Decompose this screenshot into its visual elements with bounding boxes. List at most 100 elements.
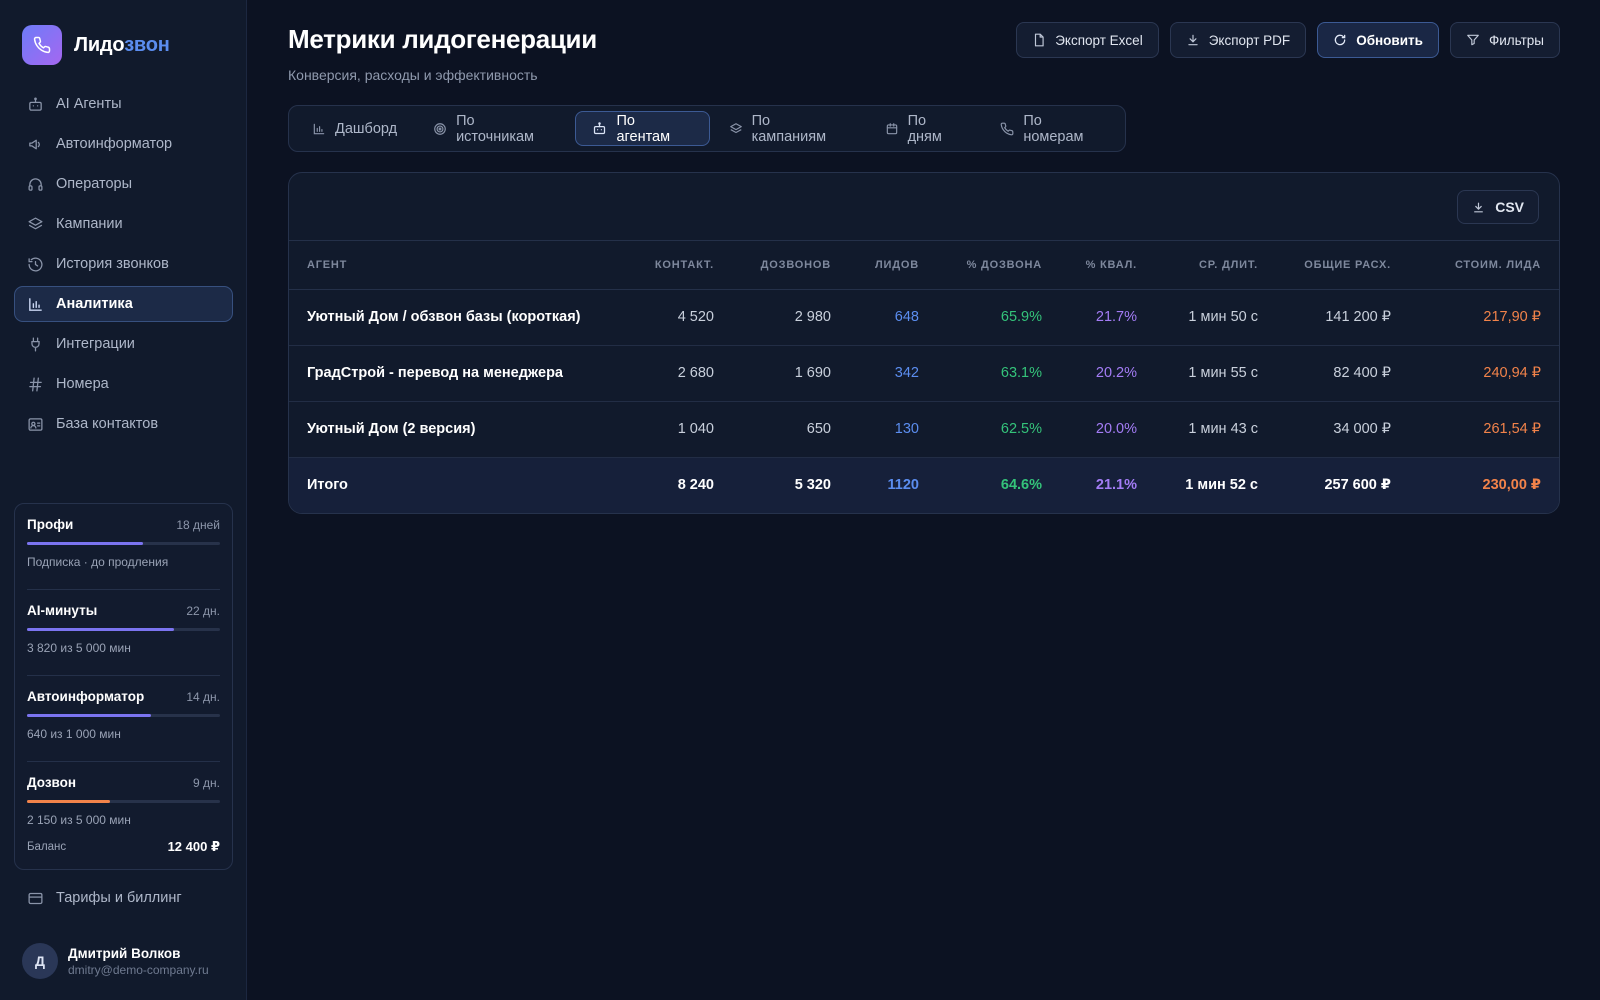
balance-value: 12 400 ₽: [167, 839, 220, 854]
tab-label: По номерам: [1023, 112, 1084, 145]
user-profile[interactable]: Д Дмитрий Волков dmitry@demo-company.ru: [22, 943, 209, 979]
sidebar-item-label: Автоинформатор: [56, 136, 173, 152]
usage-progress-bar: [27, 542, 220, 545]
sidebar-item-analytics[interactable]: Аналитика: [14, 286, 233, 322]
cell-leads: 1120: [849, 457, 937, 513]
table-row[interactable]: ГрадСтрой - перевод на менеджера 2 680 1…: [289, 345, 1559, 402]
robot-icon: [26, 95, 44, 113]
csv-export-button[interactable]: CSV: [1457, 190, 1539, 224]
sidebar-item-integrations[interactable]: Интеграции: [14, 326, 233, 362]
analytics-tabs: Дашборд По источникам По агентам По камп…: [288, 105, 1126, 152]
balance-row: Баланс 12 400 ₽: [27, 839, 220, 855]
layers-icon: [26, 215, 44, 233]
user-name: Дмитрий Волков: [68, 945, 181, 961]
header-actions: Экспорт Excel Экспорт PDF Обновить Фильт…: [1005, 22, 1560, 58]
usage-progress-fill: [27, 714, 151, 717]
cell-leads: 130: [849, 401, 937, 458]
sidebar-nav: AI Агенты Автоинформатор Операторы Кампа…: [14, 86, 233, 446]
column-header[interactable]: % КВАЛ.: [1060, 241, 1155, 290]
layers-icon: [729, 122, 743, 136]
sidebar-item-label: AI Агенты: [56, 96, 122, 112]
sidebar-item-autoinformer[interactable]: Автоинформатор: [14, 126, 233, 162]
sidebar-item-call-history[interactable]: История звонков: [14, 246, 233, 282]
page-subtitle: Конверсия, расходы и эффективность: [288, 67, 538, 83]
table-header-row: АГЕНТ КОНТАКТ. ДОЗВОНОВ ЛИДОВ % ДОЗВОНА …: [289, 241, 1559, 290]
usage-progress-bar: [27, 628, 220, 631]
column-header[interactable]: АГЕНТ: [289, 241, 629, 290]
history-icon: [26, 255, 44, 273]
usage-progress-bar: [27, 800, 220, 803]
tab-campaigns[interactable]: По кампаниям: [712, 111, 866, 146]
brand[interactable]: Лидозвон: [22, 25, 170, 65]
tab-agents[interactable]: По агентам: [575, 111, 710, 146]
usage-progress-bar: [27, 714, 220, 717]
target-icon: [433, 122, 447, 136]
column-header[interactable]: СР. ДЛИТ.: [1155, 241, 1276, 290]
tab-label: По дням: [907, 112, 942, 145]
cell-qual-rate: 20.0%: [1060, 401, 1155, 458]
cell-lead-cost: 240,94 ₽: [1409, 345, 1559, 402]
table-row[interactable]: Уютный Дом / обзвон базы (короткая) 4 52…: [289, 289, 1559, 346]
cell-total-cost: 34 000 ₽: [1276, 401, 1409, 458]
megaphone-icon: [26, 135, 44, 153]
refresh-label: Обновить: [1356, 32, 1423, 48]
export-pdf-button[interactable]: Экспорт PDF: [1169, 22, 1307, 58]
tab-dashboard[interactable]: Дашборд: [295, 111, 414, 146]
export-excel-button[interactable]: Экспорт Excel: [1016, 22, 1159, 58]
table-row[interactable]: Уютный Дом (2 версия) 1 040 650 130 62.5…: [289, 401, 1559, 458]
usage-subtitle: 3 820 из 5 000 мин: [27, 641, 131, 655]
usage-title: Профи: [27, 517, 74, 532]
sidebar-item-billing[interactable]: Тарифы и биллинг: [14, 880, 233, 916]
column-header[interactable]: ОБЩИЕ РАСХ.: [1276, 241, 1409, 290]
sidebar-item-campaigns[interactable]: Кампании: [14, 206, 233, 242]
usage-dialer: Дозвон 9 дн. 2 150 из 5 000 мин Баланс 1…: [27, 762, 220, 854]
refresh-button[interactable]: Обновить: [1317, 22, 1439, 58]
cell-lead-cost: 261,54 ₽: [1409, 401, 1559, 458]
cell-agent: Итого: [289, 457, 629, 513]
usage-progress-fill: [27, 628, 175, 631]
usage-progress-fill: [27, 542, 143, 545]
cell-connect-rate: 64.6%: [937, 457, 1060, 513]
cell-calls: 1 690: [732, 345, 849, 402]
cell-contacts: 2 680: [629, 345, 732, 402]
cell-avg-duration: 1 мин 55 с: [1155, 345, 1276, 402]
cell-leads: 648: [849, 289, 937, 346]
column-header[interactable]: ДОЗВОНОВ: [732, 241, 849, 290]
usage-subtitle: 2 150 из 5 000 мин: [27, 813, 131, 827]
cell-avg-duration: 1 мин 50 с: [1155, 289, 1276, 346]
cell-lead-cost: 230,00 ₽: [1409, 457, 1559, 513]
avatar: Д: [22, 943, 58, 979]
contact-card-icon: [26, 415, 44, 433]
balance-label: Баланс: [27, 841, 67, 853]
cell-qual-rate: 21.1%: [1060, 457, 1155, 513]
tab-label: По кампаниям: [751, 112, 827, 145]
table-total-row: Итого 8 240 5 320 1120 64.6% 21.1% 1 мин…: [289, 457, 1559, 513]
sidebar-item-contacts[interactable]: База контактов: [14, 406, 233, 442]
chart-icon: [312, 122, 326, 136]
column-header[interactable]: СТОИМ. ЛИДА: [1409, 241, 1559, 290]
filters-button[interactable]: Фильтры: [1449, 22, 1560, 58]
cell-qual-rate: 21.7%: [1060, 289, 1155, 346]
sidebar-item-label: База контактов: [56, 416, 159, 432]
cell-qual-rate: 20.2%: [1060, 345, 1155, 402]
column-header[interactable]: % ДОЗВОНА: [937, 241, 1060, 290]
tab-days[interactable]: По дням: [868, 111, 982, 146]
sidebar-item-label: Тарифы и биллинг: [56, 890, 182, 906]
sidebar-item-ai-agents[interactable]: AI Агенты: [14, 86, 233, 122]
usage-days: 9 дн.: [193, 776, 220, 790]
column-header[interactable]: ЛИДОВ: [849, 241, 937, 290]
column-header[interactable]: КОНТАКТ.: [629, 241, 732, 290]
tab-numbers[interactable]: По номерам: [983, 111, 1123, 146]
sidebar-item-operators[interactable]: Операторы: [14, 166, 233, 202]
sidebar-item-label: Аналитика: [56, 296, 133, 312]
export-excel-label: Экспорт Excel: [1055, 32, 1143, 48]
phone-logo-icon: [22, 25, 62, 65]
usage-days: 14 дн.: [186, 690, 220, 704]
download-icon: [1186, 33, 1200, 47]
phone-icon: [1000, 122, 1014, 136]
tab-sources[interactable]: По источникам: [416, 111, 573, 146]
cell-connect-rate: 63.1%: [937, 345, 1060, 402]
sidebar-item-numbers[interactable]: Номера: [14, 366, 233, 402]
brand-name: Лидозвон: [74, 34, 170, 57]
file-icon: [1032, 33, 1046, 47]
